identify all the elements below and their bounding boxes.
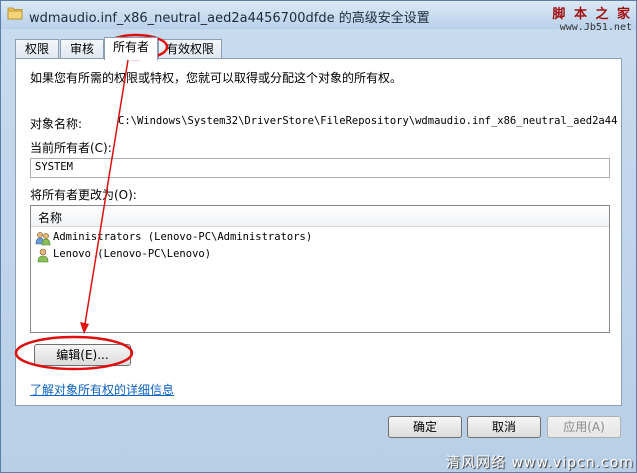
object-name-label: 对象名称: — [30, 117, 83, 131]
list-column-header[interactable]: 名称 — [31, 206, 609, 227]
watermark-top: 脚 本 之 家 www.Jb51.net — [552, 3, 632, 33]
owner-list[interactable]: 名称 Administrators (Lenovo-PC\Administrat… — [30, 205, 610, 333]
current-owner-value: SYSTEM — [35, 161, 73, 173]
title-bar[interactable]: wdmaudio.inf_x86_neutral_aed2a4456700dfd… — [1, 1, 636, 33]
watermark-bottom: 清风网络 www.vipcn.com — [446, 455, 634, 471]
tab-permissions[interactable]: 权限 — [15, 39, 59, 59]
change-owner-label: 将所有者更改为(O): — [30, 188, 137, 202]
owner-description: 如果您有所需的权限或特权，您就可以取得或分配这个对象的所有权。 — [30, 71, 403, 85]
watermark-top-line2: www.Jb51.net — [559, 22, 632, 33]
current-owner-field[interactable]: SYSTEM — [30, 158, 610, 178]
current-owner-label: 当前所有者(C): — [30, 141, 112, 155]
user-icon — [37, 248, 49, 263]
list-item-label: Lenovo (Lenovo-PC\Lenovo) — [53, 248, 212, 260]
apply-button[interactable]: 应用(A) — [547, 416, 621, 438]
security-settings-window: wdmaudio.inf_x86_neutral_aed2a4456700dfd… — [0, 0, 637, 473]
window-title: wdmaudio.inf_x86_neutral_aed2a4456700dfd… — [29, 11, 430, 26]
tab-auditing[interactable]: 审核 — [60, 39, 104, 59]
object-name-value: C:\Windows\System32\DriverStore\FileRepo… — [118, 115, 618, 127]
learn-more-link[interactable]: 了解对象所有权的详细信息 — [30, 381, 174, 398]
group-users-icon — [35, 232, 51, 246]
edit-button[interactable]: 编辑(E)... — [34, 344, 131, 366]
owner-panel: 如果您有所需的权限或特权，您就可以取得或分配这个对象的所有权。 对象名称: C:… — [15, 58, 622, 406]
folder-icon — [7, 7, 23, 20]
list-item-label: Administrators (Lenovo-PC\Administrators… — [53, 231, 313, 243]
watermark-top-line1: 脚 本 之 家 — [552, 7, 632, 22]
tab-owner[interactable]: 所有者 — [104, 37, 158, 60]
ok-button[interactable]: 确定 — [388, 416, 462, 438]
cancel-button[interactable]: 取消 — [467, 416, 541, 438]
tab-effective-permissions[interactable]: 有效权限 — [158, 39, 222, 59]
list-header-name: 名称 — [38, 211, 63, 225]
